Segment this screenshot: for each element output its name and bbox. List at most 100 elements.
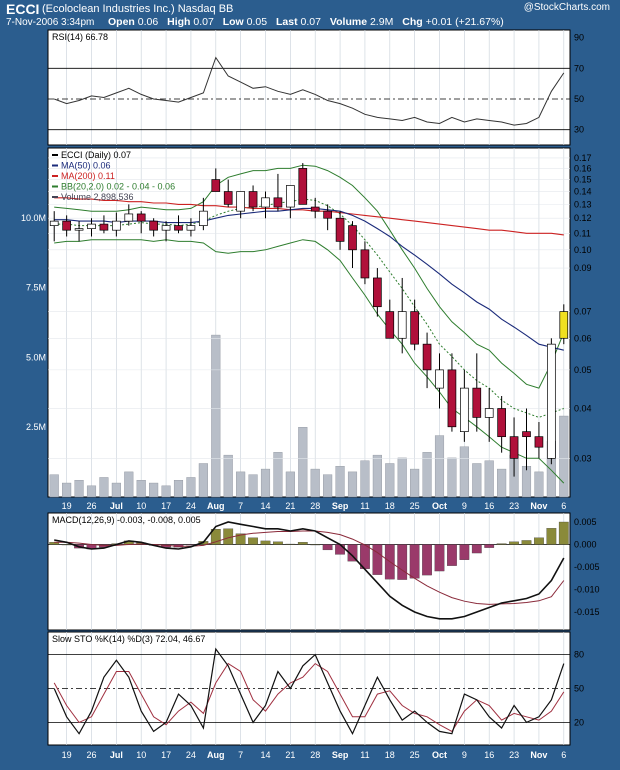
candle-body [161, 225, 171, 231]
macd-hist-bar [434, 544, 445, 572]
volume-bar [360, 460, 370, 498]
candle-body [99, 223, 109, 231]
macd-hist-bar [322, 544, 333, 551]
macd-hist-bar [409, 544, 420, 579]
volume-bar [161, 485, 171, 498]
volume-bar [521, 466, 532, 498]
candle-body [397, 311, 407, 339]
macd-hist-bar [459, 544, 470, 560]
x-tick-label-bottom: 6 [561, 750, 566, 760]
price-tick-label: 0.17 [574, 153, 592, 163]
candle-body [49, 220, 59, 226]
x-tick-label-price: Nov [530, 501, 547, 511]
macd-hist-bar [285, 543, 296, 545]
macd-hist-bar [546, 528, 557, 545]
volume-bar [149, 482, 159, 498]
rsi-title: RSI(14) 66.78 [52, 32, 108, 42]
candle-body [136, 213, 146, 222]
candle-body [460, 387, 469, 432]
volume-bar [173, 480, 184, 498]
volume-bar [484, 460, 494, 498]
x-tick-label-price: 9 [462, 501, 467, 511]
volume-bar [422, 452, 432, 498]
x-tick-label-bottom: 18 [385, 750, 395, 760]
volume-bar [410, 468, 420, 498]
candle-body [124, 213, 134, 222]
volume-bar [186, 477, 196, 498]
candle-body [174, 225, 183, 231]
x-tick-label-price: 14 [260, 501, 270, 511]
volume-bar [347, 471, 358, 498]
candle-body [310, 206, 320, 212]
candle-body [248, 191, 258, 208]
macd-hist-bar [273, 541, 283, 545]
volume-bar [497, 468, 507, 498]
candle-body [509, 436, 519, 459]
sto-tick-label: 50 [574, 684, 584, 694]
candle-body [286, 185, 295, 208]
x-tick-label-bottom: 9 [462, 750, 467, 760]
x-tick-label-bottom: 7 [238, 750, 243, 760]
candle-body [149, 220, 158, 231]
volume-bar [136, 480, 146, 498]
macd-hist-bar [471, 544, 482, 554]
volume-bar [111, 482, 121, 498]
candle-body [559, 311, 569, 339]
candle-body [497, 408, 506, 438]
macd-hist-bar [521, 540, 532, 545]
volume-bar [260, 468, 271, 498]
x-tick-label-bottom: 17 [161, 750, 171, 760]
candle-body [348, 225, 357, 251]
x-tick-label-bottom: 21 [285, 750, 295, 760]
candle-body [273, 197, 283, 208]
volume-bar [273, 452, 283, 498]
price-tick-label: 0.04 [574, 404, 592, 414]
x-tick-label-bottom: 16 [484, 750, 494, 760]
volume-bar [223, 454, 233, 498]
candle-body [522, 431, 531, 438]
volume-bar [335, 466, 345, 498]
price-tick-label: 0.11 [574, 228, 591, 238]
macd-hist-bar [372, 544, 383, 575]
price-tick-label: 0.06 [574, 333, 592, 343]
candle-body [447, 369, 457, 428]
volume-bar [74, 480, 84, 498]
rsi-tick-label: 90 [574, 33, 584, 43]
x-tick-label-bottom: Aug [207, 750, 225, 760]
macd-hist-bar [397, 544, 408, 580]
sto-tick-label: 20 [574, 717, 584, 727]
candle-body [385, 311, 395, 339]
candle-body [534, 436, 544, 448]
volume-tick-label: 7.5M [26, 283, 46, 293]
volume-bar [248, 474, 258, 498]
macd-hist-bar [297, 542, 308, 545]
macd-hist-bar [484, 544, 495, 548]
candle-body [422, 343, 432, 371]
candle-body [298, 168, 308, 205]
candle-body [261, 197, 270, 208]
volume-bar [472, 463, 482, 498]
x-tick-label-price: 23 [509, 501, 519, 511]
x-tick-label-price: 7 [238, 501, 243, 511]
volume-bar [198, 463, 208, 498]
x-tick-label-price: 21 [285, 501, 295, 511]
x-tick-label-bottom: 19 [62, 750, 72, 760]
x-tick-label-price: 17 [161, 501, 171, 511]
volume-bar [236, 471, 246, 498]
x-tick-label-price: 26 [86, 501, 96, 511]
candle-body [236, 191, 245, 212]
stock-chart-svg: 30 50 70 90 RSI(14) 66.78 2.5M 5.0M 7.5M 10.0M 0.… [21, 29, 600, 760]
candle-body [323, 210, 332, 219]
price-tick-label: 0.05 [574, 365, 592, 375]
price-tick-label: 0.13 [574, 199, 592, 209]
rsi-tick-label: 50 [574, 94, 584, 104]
macd-tick-label: -0.005 [574, 562, 600, 572]
legend-ma50: MA(50) 0.06 [61, 161, 111, 171]
volume-bar [372, 454, 382, 498]
macd-hist-bar [447, 544, 457, 566]
x-tick-label-bottom: Oct [432, 750, 447, 760]
macd-hist-bar [61, 544, 72, 546]
macd-hist-bar [335, 544, 345, 555]
volume-bar [86, 485, 97, 498]
price-tick-label: 0.16 [574, 163, 592, 173]
